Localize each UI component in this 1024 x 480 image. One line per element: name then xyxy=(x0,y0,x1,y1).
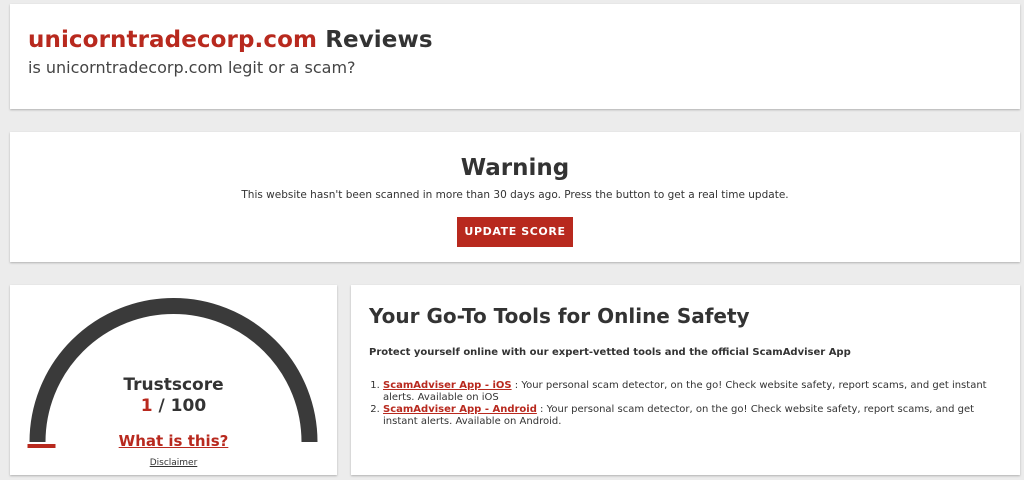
tools-list: ScamAdviser App - iOS : Your personal sc… xyxy=(369,380,1002,428)
review-header-card: unicorntradecorp.com Reviews is unicornt… xyxy=(10,4,1020,109)
title-suffix: Reviews xyxy=(317,27,433,53)
update-score-button[interactable]: UPDATE SCORE xyxy=(457,217,573,247)
page-title: unicorntradecorp.com Reviews xyxy=(28,26,1002,54)
trustscore-label: Trustscore xyxy=(123,375,224,395)
what-is-this-link[interactable]: What is this? xyxy=(10,431,337,451)
safety-tools-card: Your Go-To Tools for Online Safety Prote… xyxy=(351,285,1020,475)
tools-intro: Protect yourself online with our expert-… xyxy=(369,347,851,358)
disclaimer-link[interactable]: Disclaimer xyxy=(10,457,337,469)
domain-name: unicorntradecorp.com xyxy=(28,27,318,53)
score-number: 1 xyxy=(140,396,153,416)
trustscore-card: Trustscore 1 / 100 What is this? Disclai… xyxy=(10,285,337,475)
score-max: / 100 xyxy=(152,396,207,416)
trustscore-value: 1 / 100 xyxy=(10,396,337,416)
warning-text: This website hasn't been scanned in more… xyxy=(241,189,789,201)
gauge-track xyxy=(29,298,318,443)
android-app-link[interactable]: ScamAdviser App - Android xyxy=(383,404,537,415)
list-item: ScamAdviser App - Android : Your persona… xyxy=(383,404,1002,428)
warning-card: Warning This website hasn't been scanned… xyxy=(10,132,1020,262)
page-subtitle: is unicorntradecorp.com legit or a scam? xyxy=(28,58,356,77)
ios-app-link[interactable]: ScamAdviser App - iOS xyxy=(383,380,512,391)
warning-title: Warning xyxy=(460,155,570,181)
list-item: ScamAdviser App - iOS : Your personal sc… xyxy=(383,380,1002,404)
tools-title: Your Go-To Tools for Online Safety xyxy=(369,304,750,328)
